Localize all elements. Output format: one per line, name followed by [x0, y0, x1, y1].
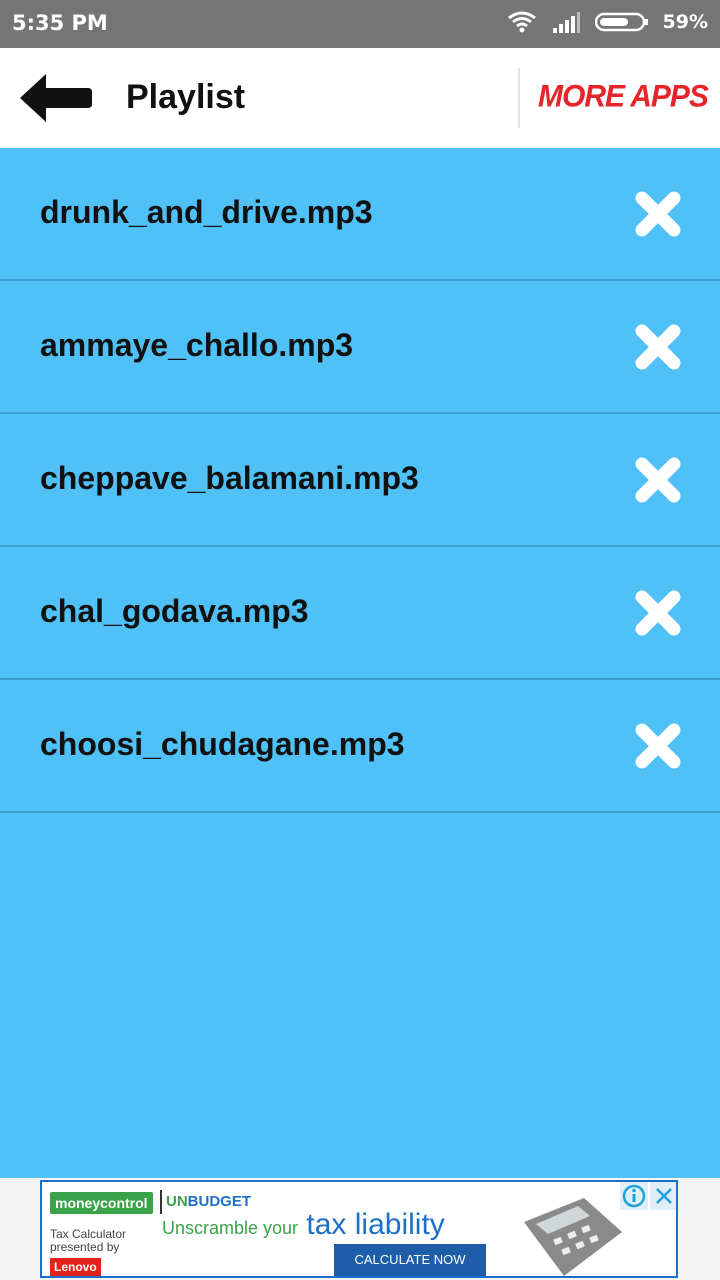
playlist-item[interactable]: chal_godava.mp3	[0, 547, 720, 680]
ad-headline-main: tax liability	[306, 1208, 445, 1241]
ad-brand-logo: moneycontrol	[50, 1192, 153, 1214]
ad-sponsor-logo: Lenovo	[50, 1258, 101, 1276]
ad-banner[interactable]: moneycontrol UNBUDGET Tax Calculator pre…	[40, 1180, 678, 1278]
playlist-item[interactable]: cheppave_balamani.mp3	[0, 414, 720, 547]
back-arrow-icon[interactable]	[18, 72, 92, 124]
ad-cta-button[interactable]: CALCULATE NOW	[334, 1244, 486, 1276]
battery-percent: 59%	[662, 11, 708, 33]
playlist-item[interactable]: ammaye_challo.mp3	[0, 281, 720, 414]
close-icon[interactable]	[632, 188, 684, 240]
ad-sub-line2: presented by	[50, 1240, 120, 1254]
status-bar: 5:35 PM 59%	[0, 0, 720, 48]
signal-icon	[552, 12, 580, 33]
status-icons: 59%	[507, 10, 708, 34]
info-icon[interactable]	[620, 1182, 648, 1210]
page-title: Playlist	[126, 78, 246, 116]
close-icon[interactable]	[632, 720, 684, 772]
wifi-icon	[507, 11, 536, 33]
appbar-divider	[518, 68, 520, 128]
ad-close-icon[interactable]	[650, 1182, 678, 1210]
playlist-item[interactable]: drunk_and_drive.mp3	[0, 148, 720, 281]
close-icon[interactable]	[632, 587, 684, 639]
playlist-item-name: ammaye_challo.mp3	[40, 327, 354, 363]
battery-icon	[594, 12, 648, 32]
status-time: 5:35 PM	[12, 11, 108, 35]
ad-headline: Unscramble your tax liability	[162, 1208, 445, 1242]
playlist-item-name: chal_godava.mp3	[40, 593, 309, 629]
ad-headline-pre: Unscramble your	[162, 1218, 299, 1238]
ad-container: moneycontrol UNBUDGET Tax Calculator pre…	[0, 1178, 720, 1280]
calculator-icon	[524, 1198, 622, 1276]
playlist-item-name: cheppave_balamani.mp3	[40, 460, 419, 496]
ad-subtitle: Tax Calculator presented by	[50, 1228, 150, 1254]
close-icon[interactable]	[632, 321, 684, 373]
close-icon[interactable]	[632, 454, 684, 506]
app-bar: Playlist MORE APPS	[0, 48, 720, 148]
playlist-item-name: drunk_and_drive.mp3	[40, 194, 373, 230]
more-apps-button[interactable]: MORE APPS	[538, 79, 709, 115]
playlist-item-name: choosi_chudagane.mp3	[40, 726, 405, 762]
playlist-item[interactable]: choosi_chudagane.mp3	[0, 680, 720, 813]
playlist: drunk_and_drive.mp3 ammaye_challo.mp3 ch…	[0, 148, 720, 813]
